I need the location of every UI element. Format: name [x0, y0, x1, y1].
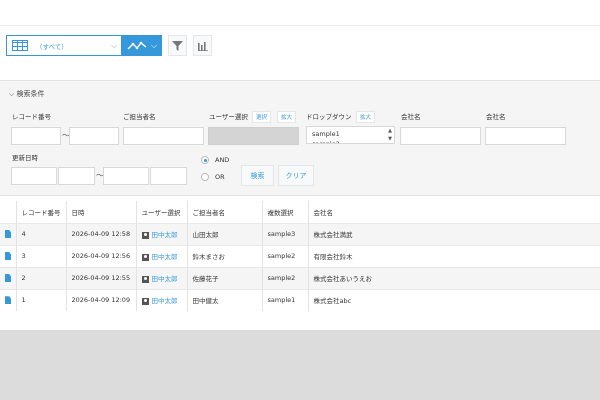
updated-label: 更新日時 — [12, 154, 38, 162]
company-cell: 株式会社あいうえお — [308, 266, 600, 289]
search-conditions-panel: ⌵ 検索条件 レコード番号 ご担当者名 ユーザー選択 選択 拡大 ドロップダウン… — [0, 80, 600, 196]
grid-icon — [12, 40, 28, 51]
search-conditions-title: 検索条件 — [16, 90, 45, 98]
detail-column-header — [0, 201, 17, 223]
assignee-cell: 山田太郎 — [187, 222, 263, 245]
user-icon — [141, 297, 149, 305]
user-link[interactable]: 田中太郎 — [152, 275, 178, 283]
search-conditions-toggle[interactable]: ⌵ 検索条件 — [9, 89, 45, 99]
record-detail-icon[interactable] — [5, 296, 11, 305]
company-input-2[interactable] — [485, 127, 566, 145]
user-cell: 田中太郎 — [136, 244, 188, 267]
column-header[interactable]: ご担当者名 — [187, 201, 263, 223]
record-detail-icon[interactable] — [5, 274, 11, 282]
multi-select-cell: sample3 — [262, 222, 309, 245]
user-icon — [141, 275, 149, 283]
multi-select-cell: sample2 — [262, 244, 309, 267]
column-header[interactable]: レコード番号 — [16, 201, 67, 223]
table-row[interactable]: 2 2026-04-09 12:55 田中太郎 佐藤花子 sample2 株式会… — [0, 266, 600, 289]
record-detail-icon[interactable] — [5, 230, 11, 238]
company-label-2: 会社名 — [486, 113, 506, 121]
company-label-1: 会社名 — [401, 113, 421, 121]
assignee-cell: 鈴木まさお — [187, 244, 263, 267]
updated-from-date-input[interactable] — [11, 167, 57, 185]
scroll-down-icon[interactable]: ▼ — [388, 136, 392, 142]
filter-button[interactable] — [168, 35, 187, 56]
column-header[interactable]: 日時 — [66, 201, 137, 223]
record-no-to-input[interactable] — [69, 127, 119, 145]
filter-icon — [172, 40, 183, 51]
clear-button[interactable]: クリア — [278, 165, 314, 186]
date-cell: 2026-04-09 12:56 — [66, 244, 137, 267]
dropdown-option[interactable]: sample1 — [312, 130, 340, 138]
graph-button[interactable]: ⌵ — [122, 35, 162, 56]
date-cell: 2026-04-09 12:55 — [66, 266, 137, 289]
multi-select-cell: sample1 — [262, 288, 309, 311]
multi-select-cell: sample2 — [262, 266, 309, 289]
table-row[interactable]: 3 2026-04-09 12:56 田中太郎 鈴木まさお sample2 有限… — [0, 244, 600, 267]
user-select-label: ユーザー選択 — [209, 113, 248, 121]
company-cell: 株式会社満武 — [308, 222, 600, 245]
column-header[interactable]: 会社名 — [308, 201, 600, 223]
and-radio-label: AND — [215, 156, 230, 164]
view-toolbar: （すべて） ⌵ ⌵ — [0, 26, 600, 80]
record-no-cell: 2 — [16, 266, 67, 289]
user-icon — [141, 231, 149, 239]
user-select-field[interactable] — [208, 127, 299, 145]
and-radio[interactable] — [201, 156, 209, 164]
record-no-label: レコード番号 — [12, 113, 51, 121]
scroll-up-icon[interactable]: ▲ — [388, 128, 392, 134]
user-cell: 田中太郎 — [136, 288, 188, 311]
company-cell: 有限会社鈴木 — [308, 244, 600, 267]
record-no-cell: 1 — [16, 288, 67, 311]
chevron-down-icon: ⌵ — [9, 90, 15, 98]
record-list: レコード番号 日時 ユーザー選択 ご担当者名 複数選択 会社名 4 2026-0… — [0, 196, 600, 330]
table-row[interactable]: 1 2026-04-09 12:09 田中太郎 田中健太 sample1 株式会… — [0, 288, 600, 311]
assignee-label: ご担当者名 — [123, 113, 156, 121]
date-cell: 2026-04-09 12:58 — [66, 222, 137, 245]
record-detail-icon[interactable] — [5, 252, 11, 260]
dropdown-label: ドロップダウン — [306, 113, 352, 121]
company-cell: 株式会社abc — [308, 288, 600, 311]
column-header[interactable]: ユーザー選択 — [136, 201, 188, 223]
line-chart-icon — [127, 41, 147, 49]
user-select-button[interactable]: 選択 — [252, 111, 272, 123]
record-no-from-input[interactable] — [11, 127, 61, 145]
date-cell: 2026-04-09 12:09 — [66, 288, 137, 311]
user-cell: 田中太郎 — [136, 222, 188, 245]
user-link[interactable]: 田中太郎 — [152, 253, 178, 261]
bar-chart-icon — [197, 41, 208, 51]
view-selector[interactable]: （すべて） ⌵ — [6, 35, 122, 56]
updated-to-date-input[interactable] — [103, 167, 149, 185]
assignee-input[interactable] — [123, 127, 204, 145]
user-cell: 田中太郎 — [136, 266, 188, 289]
or-radio[interactable] — [201, 173, 209, 181]
assignee-cell: 田中健太 — [187, 288, 263, 311]
updated-to-time-input[interactable] — [150, 167, 187, 185]
user-expand-button[interactable]: 拡大 — [277, 111, 297, 123]
view-selector-label: （すべて） — [36, 42, 68, 51]
table-row[interactable]: 4 2026-04-09 12:58 田中太郎 山田太郎 sample3 株式会… — [0, 222, 600, 245]
column-header[interactable]: 複数選択 — [262, 201, 309, 223]
assignee-cell: 佐藤花子 — [187, 266, 263, 289]
record-no-cell: 3 — [16, 244, 67, 267]
report-button[interactable] — [193, 35, 212, 56]
record-table: レコード番号 日時 ユーザー選択 ご担当者名 複数選択 会社名 4 2026-0… — [0, 201, 600, 311]
updated-from-time-input[interactable] — [58, 167, 95, 185]
top-header-bar — [0, 0, 600, 26]
search-button[interactable]: 検索 — [241, 165, 274, 186]
user-link[interactable]: 田中太郎 — [152, 231, 178, 239]
user-icon — [141, 253, 149, 261]
dropdown-expand-button[interactable]: 拡大 — [356, 111, 376, 123]
record-no-cell: 4 — [16, 222, 67, 245]
dropdown-option[interactable]: sample2 — [312, 140, 340, 143]
chevron-down-icon: ⌵ — [150, 40, 158, 50]
user-link[interactable]: 田中太郎 — [152, 297, 178, 305]
or-radio-label: OR — [215, 173, 225, 181]
chevron-down-icon: ⌵ — [110, 40, 118, 50]
company-input-1[interactable] — [400, 127, 481, 145]
dropdown-listbox[interactable]: sample1 sample2 ▲ ▼ — [306, 126, 395, 144]
